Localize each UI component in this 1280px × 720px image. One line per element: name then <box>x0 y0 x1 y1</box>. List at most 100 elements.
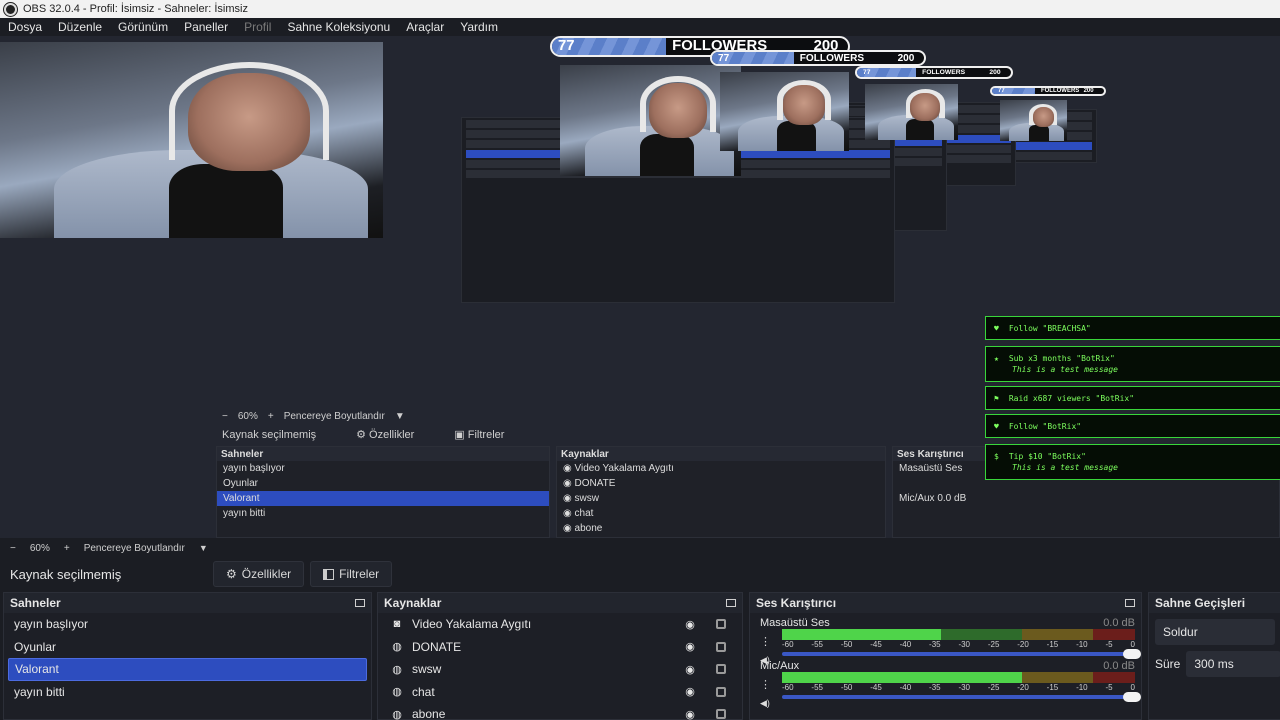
scale-tick: -5 <box>1105 640 1113 649</box>
shirt-shape <box>639 134 695 177</box>
source-toolbar: Kaynak seçilmemiş ⚙ Özellikler Filtreler <box>0 558 1280 590</box>
nested-sources: Kaynaklar ◉ Video Yakalama Aygıtı ◉ DONATE… <box>556 446 886 538</box>
menu-5[interactable]: Sahne Koleksiyonu <box>287 20 390 34</box>
source-item[interactable]: ◍ swsw ◉ <box>382 658 738 681</box>
lock-icon[interactable] <box>716 619 726 630</box>
zoom-toolbar: − 60% + Pencereye Boyutlandır ▼ <box>0 538 1280 558</box>
scale-tick: -25 <box>987 683 1000 692</box>
nested-filters: ▣ Filtreler <box>454 429 505 441</box>
title-bar: OBS 32.0.4 - Profil: İsimsiz - Sahneler:… <box>0 0 1280 18</box>
source-item[interactable]: ◍ DONATE ◉ <box>382 636 738 659</box>
meter-segment <box>940 629 1023 640</box>
nested-follower-bar-2: 77 FOLLOWERS 200 <box>855 66 1013 79</box>
zoom-in-button[interactable]: + <box>64 543 70 554</box>
zoom-level: 60% <box>29 542 50 554</box>
transition-type-select[interactable]: Soldur <box>1155 619 1275 645</box>
source-item[interactable]: ◍ chat ◉ <box>382 681 738 704</box>
slider-knob[interactable] <box>1123 692 1141 702</box>
meter-scale: -60 -55 -50 -45 -40 -35 -30 -25 -20 -15 -10 -5 0 <box>782 683 1135 693</box>
track-name: Masaüstü Ses <box>760 617 830 629</box>
scale-tick: -50 <box>840 683 853 692</box>
kebab-menu-icon[interactable]: ⋮ <box>760 678 771 691</box>
menu-7[interactable]: Yardım <box>460 20 498 34</box>
undock-icon[interactable] <box>355 599 365 607</box>
preview-canvas[interactable]: 77 FOLLOWERS 200 77 FOLLOWERS 200 77 FOLLOWERS 2… <box>0 36 1280 538</box>
zoom-out-button[interactable]: − <box>10 543 16 554</box>
money-icon: $ <box>994 452 999 461</box>
scale-tick: -60 <box>782 683 794 692</box>
alert-subtext: This is a test message <box>1012 365 1118 374</box>
scene-item[interactable]: yayın bitti <box>8 681 367 704</box>
speaker-icon[interactable]: ◀) <box>760 698 770 709</box>
heart-icon: ♥ <box>994 323 999 333</box>
nested-webcam-2 <box>865 83 958 141</box>
source-item[interactable]: ◙ Video Yakalama Aygıtı ◉ <box>382 613 738 636</box>
shirt-shape <box>905 118 934 141</box>
scene-list: yayın başlıyor Oyunlar Valorant yayın bitti <box>4 613 371 703</box>
menu-4[interactable]: Profil <box>244 20 271 34</box>
follower-label: FOLLOWERS <box>1040 88 1080 95</box>
undock-icon[interactable] <box>1125 599 1135 607</box>
menu-3[interactable]: Paneller <box>184 20 228 34</box>
alert-line: ♥ Follow "BotRix" <box>994 422 1280 431</box>
nested-toolbar-item-1: 60% <box>237 411 258 422</box>
volume-meter <box>782 672 1135 683</box>
scale-tick: -60 <box>782 640 794 649</box>
nested-sources-title: Kaynaklar <box>557 447 885 461</box>
menu-6[interactable]: Araçlar <box>406 20 444 34</box>
scale-tick: -30 <box>958 640 970 649</box>
filters-button[interactable]: Filtreler <box>310 561 393 587</box>
scale-tick: -55 <box>811 640 823 649</box>
eye-icon[interactable]: ◉ <box>682 663 698 676</box>
filter-icon <box>323 568 335 580</box>
alert-text: Follow "BotRix" <box>1008 421 1082 431</box>
lock-icon[interactable] <box>716 709 726 720</box>
scenes-dock: Sahneler yayın başlıyor Oyunlar Valorant ya… <box>3 592 372 720</box>
face-shape <box>648 82 707 139</box>
properties-button[interactable]: ⚙ Özellikler <box>213 561 305 587</box>
scale-tick: -50 <box>840 640 853 649</box>
follower-label: FOLLOWERS <box>922 68 966 76</box>
fit-to-window-label[interactable]: Pencereye Boyutlandır <box>84 543 185 554</box>
gear-icon: ⚙ <box>226 567 237 581</box>
nested-mixer-item: Mic/Aux 0.0 dB <box>899 493 967 504</box>
nested-scenes-item: yayın bitti <box>223 508 266 519</box>
alert-notification: ★ Sub x3 months "BotRix" This is a test me… <box>985 346 1280 382</box>
scale-tick: -10 <box>1076 683 1088 692</box>
eye-icon[interactable]: ◉ <box>682 640 698 653</box>
scene-item[interactable]: Oyunlar <box>8 636 367 659</box>
follower-progress-fill: 77 <box>712 52 794 65</box>
alert-notification: ♥ Follow "BotRix" <box>985 414 1280 438</box>
nested-scenes-title: Sahneler <box>217 447 549 461</box>
menu-2[interactable]: Görünüm <box>118 20 168 34</box>
scene-item[interactable]: yayın başlıyor <box>8 613 367 636</box>
heart-icon: ♥ <box>994 421 999 431</box>
source-item[interactable]: ◍ abone ◉ <box>382 703 738 720</box>
source-name: Video Yakalama Aygıtı <box>412 617 532 632</box>
scene-item[interactable]: Valorant <box>8 658 367 681</box>
lock-icon[interactable] <box>716 664 726 675</box>
eye-icon[interactable]: ◉ <box>682 618 698 631</box>
kebab-menu-icon[interactable]: ⋮ <box>760 635 771 648</box>
eye-icon[interactable]: ◉ <box>682 685 698 698</box>
undock-icon[interactable] <box>726 599 736 607</box>
menu-0[interactable]: Dosya <box>8 20 42 34</box>
eye-icon[interactable]: ◉ <box>682 708 698 720</box>
lock-icon[interactable] <box>716 641 726 652</box>
star-icon: ★ <box>994 354 999 363</box>
alert-line: $ Tip $10 "BotRix" <box>994 452 1280 461</box>
track-name: Mic/Aux <box>760 660 800 672</box>
no-source-label: Kaynak seçilmemiş <box>10 566 122 582</box>
source-name: abone <box>412 707 446 720</box>
audio-mixer-dock: Ses Karıştırıcı Masaüstü Ses 0.0 dB ⋮ -60 -5… <box>749 592 1142 720</box>
nested-scenes-item: Valorant <box>217 491 549 506</box>
alert-text: Sub x3 months "BotRix" <box>1008 354 1115 363</box>
meter-segment <box>782 629 941 640</box>
chevron-down-icon[interactable]: ▼ <box>199 543 208 553</box>
volume-slider[interactable] <box>782 692 1141 702</box>
lock-icon[interactable] <box>716 686 726 697</box>
menu-1[interactable]: Düzenle <box>58 20 102 34</box>
duration-input[interactable]: 300 ms <box>1186 651 1280 677</box>
follower-goal: 200 <box>897 52 915 64</box>
mixer-track: Mic/Aux 0.0 dB ⋮ -60 -55 -50 -45 -40 -35 -30 -25 -2… <box>750 656 1141 708</box>
